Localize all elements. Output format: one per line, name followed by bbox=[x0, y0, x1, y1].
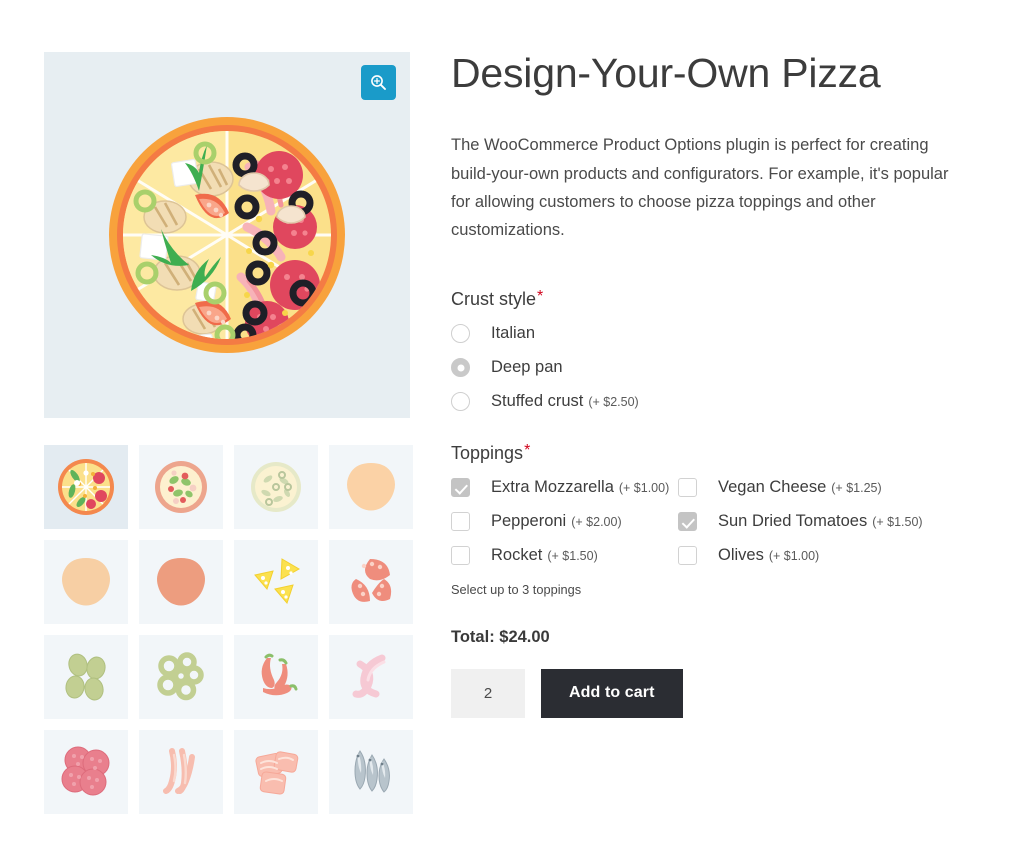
required-asterisk: * bbox=[537, 287, 544, 305]
ham-slices-icon bbox=[247, 743, 305, 801]
pizza-white-icon bbox=[248, 459, 304, 515]
thumbnail-anchovies[interactable] bbox=[329, 730, 413, 814]
thumbnail-salami-slices[interactable] bbox=[44, 730, 128, 814]
toppings-right-column: Vegan Cheese (+ $1.25) Sun Dried Tomatoe… bbox=[678, 471, 981, 573]
radio-deep-pan[interactable] bbox=[451, 358, 470, 378]
green-olives-icon bbox=[58, 649, 114, 705]
salami-slices-icon bbox=[57, 743, 115, 801]
toppings-help-text: Select up to 3 toppings bbox=[451, 581, 582, 597]
toppings-left-column: Extra Mozzarella (+ $1.00) Pepperoni (+ … bbox=[451, 471, 678, 573]
cart-controls: Add to cart bbox=[451, 668, 981, 718]
checkbox-olives-price: (+ $1.00) bbox=[768, 548, 820, 563]
checkbox-sun-dried-tomatoes-label: Sun Dried Tomatoes bbox=[718, 512, 868, 531]
toppings-group: Toppings* Extra Mozzarella (+ $1.00) Pep… bbox=[451, 441, 981, 597]
thumbnail-tomato-sauce-base[interactable] bbox=[139, 540, 223, 624]
dough-base-icon bbox=[59, 555, 113, 609]
radio-stuffed-crust-price: (+ $2.50) bbox=[588, 394, 639, 409]
product-summary: Design-Your-Own Pizza The WooCommerce Pr… bbox=[451, 50, 981, 718]
cheese-wedges-icon bbox=[247, 553, 305, 611]
toppings-grid: Extra Mozzarella (+ $1.00) Pepperoni (+ … bbox=[451, 471, 981, 573]
checkbox-olives[interactable] bbox=[678, 546, 697, 566]
checkbox-option-olives[interactable]: Olives (+ $1.00) bbox=[678, 539, 981, 573]
thumbnail-tomato-slices[interactable] bbox=[329, 540, 413, 624]
radio-option-italian[interactable]: Italian bbox=[451, 317, 981, 351]
crust-style-group: Crust style* Italian Deep pan Stuffed cr… bbox=[451, 287, 981, 419]
radio-italian[interactable] bbox=[451, 324, 470, 344]
product-description: The WooCommerce Product Options plugin i… bbox=[451, 136, 949, 240]
checkbox-option-rocket[interactable]: Rocket (+ $1.50) bbox=[451, 539, 678, 573]
checkbox-extra-mozzarella-label: Extra Mozzarella bbox=[491, 478, 614, 497]
toppings-label-text: Toppings bbox=[451, 442, 524, 463]
checkbox-rocket-price: (+ $1.50) bbox=[547, 548, 598, 563]
olive-rings-icon bbox=[152, 648, 210, 706]
thumbnail-dough-base[interactable] bbox=[44, 540, 128, 624]
radio-stuffed-crust-label: Stuffed crust bbox=[491, 392, 584, 411]
magnifier-plus-icon bbox=[370, 74, 387, 91]
thumbnail-chili-peppers[interactable] bbox=[234, 635, 318, 719]
thumbnail-ham-slices[interactable] bbox=[234, 730, 318, 814]
pizza-whole-icon bbox=[99, 107, 355, 363]
thumbnail-cheese-wedges[interactable] bbox=[234, 540, 318, 624]
checkbox-vegan-cheese-label: Vegan Cheese bbox=[718, 478, 827, 497]
pizza-veggie-icon bbox=[152, 458, 210, 516]
page-title: Design-Your-Own Pizza bbox=[451, 50, 881, 96]
add-to-cart-button[interactable]: Add to cart bbox=[541, 668, 683, 718]
radio-option-stuffed-crust[interactable]: Stuffed crust (+ $2.50) bbox=[451, 385, 981, 419]
crust-style-label: Crust style* bbox=[451, 287, 981, 310]
checkbox-vegan-cheese-price: (+ $1.25) bbox=[831, 480, 882, 495]
checkbox-extra-mozzarella-price: (+ $1.00) bbox=[618, 480, 670, 495]
checkbox-option-pepperoni[interactable]: Pepperoni (+ $2.00) bbox=[451, 505, 678, 539]
chili-peppers-icon bbox=[247, 648, 305, 706]
toppings-label: Toppings* bbox=[451, 441, 981, 464]
radio-stuffed-crust[interactable] bbox=[451, 392, 470, 412]
checkbox-vegan-cheese[interactable] bbox=[678, 478, 697, 498]
thumbnail-bacon-strips[interactable] bbox=[139, 730, 223, 814]
thumbnail-olive-rings[interactable] bbox=[139, 635, 223, 719]
thumbnail-strip bbox=[44, 445, 413, 814]
checkbox-extra-mozzarella[interactable] bbox=[451, 478, 470, 498]
thumbnail-pizza-white[interactable] bbox=[234, 445, 318, 529]
checkbox-option-sun-dried-tomatoes[interactable]: Sun Dried Tomatoes (+ $1.50) bbox=[678, 505, 981, 539]
required-asterisk: * bbox=[524, 441, 531, 459]
thumbnail-pizza-supreme[interactable] bbox=[44, 445, 128, 529]
product-page: Design-Your-Own Pizza The WooCommerce Pr… bbox=[0, 0, 1024, 850]
checkbox-sun-dried-tomatoes[interactable] bbox=[678, 512, 697, 532]
radio-option-deep-pan[interactable]: Deep pan bbox=[451, 351, 981, 385]
tomato-slices-icon bbox=[342, 553, 400, 611]
crust-style-label-text: Crust style bbox=[451, 288, 537, 309]
anchovies-icon bbox=[342, 743, 400, 801]
tomato-sauce-base-icon bbox=[154, 555, 208, 609]
total-price: Total: $24.00 bbox=[451, 627, 550, 646]
checkbox-option-extra-mozzarella[interactable]: Extra Mozzarella (+ $1.00) bbox=[451, 471, 678, 505]
checkbox-pepperoni[interactable] bbox=[451, 512, 470, 532]
checkbox-olives-label: Olives bbox=[718, 546, 764, 565]
checkbox-rocket-label: Rocket bbox=[491, 546, 543, 565]
prawns-icon bbox=[342, 648, 400, 706]
main-product-image[interactable] bbox=[44, 52, 410, 418]
product-gallery bbox=[44, 52, 413, 814]
radio-italian-label: Italian bbox=[491, 324, 536, 343]
thumbnail-green-olives[interactable] bbox=[44, 635, 128, 719]
checkbox-rocket[interactable] bbox=[451, 546, 470, 566]
thumbnail-pizza-veggie[interactable] bbox=[139, 445, 223, 529]
checkbox-sun-dried-tomatoes-price: (+ $1.50) bbox=[872, 514, 923, 529]
quantity-input[interactable] bbox=[451, 668, 525, 718]
checkbox-pepperoni-label: Pepperoni bbox=[491, 512, 567, 531]
thumbnail-prawns[interactable] bbox=[329, 635, 413, 719]
radio-deep-pan-label: Deep pan bbox=[491, 358, 563, 377]
zoom-button[interactable] bbox=[361, 65, 396, 100]
checkbox-option-vegan-cheese[interactable]: Vegan Cheese (+ $1.25) bbox=[678, 471, 981, 505]
pizza-supreme-icon bbox=[55, 456, 117, 518]
bacon-strips-icon bbox=[152, 743, 210, 801]
checkbox-pepperoni-price: (+ $2.00) bbox=[571, 514, 622, 529]
dough-plain-icon bbox=[344, 460, 398, 514]
thumbnail-dough-plain[interactable] bbox=[329, 445, 413, 529]
